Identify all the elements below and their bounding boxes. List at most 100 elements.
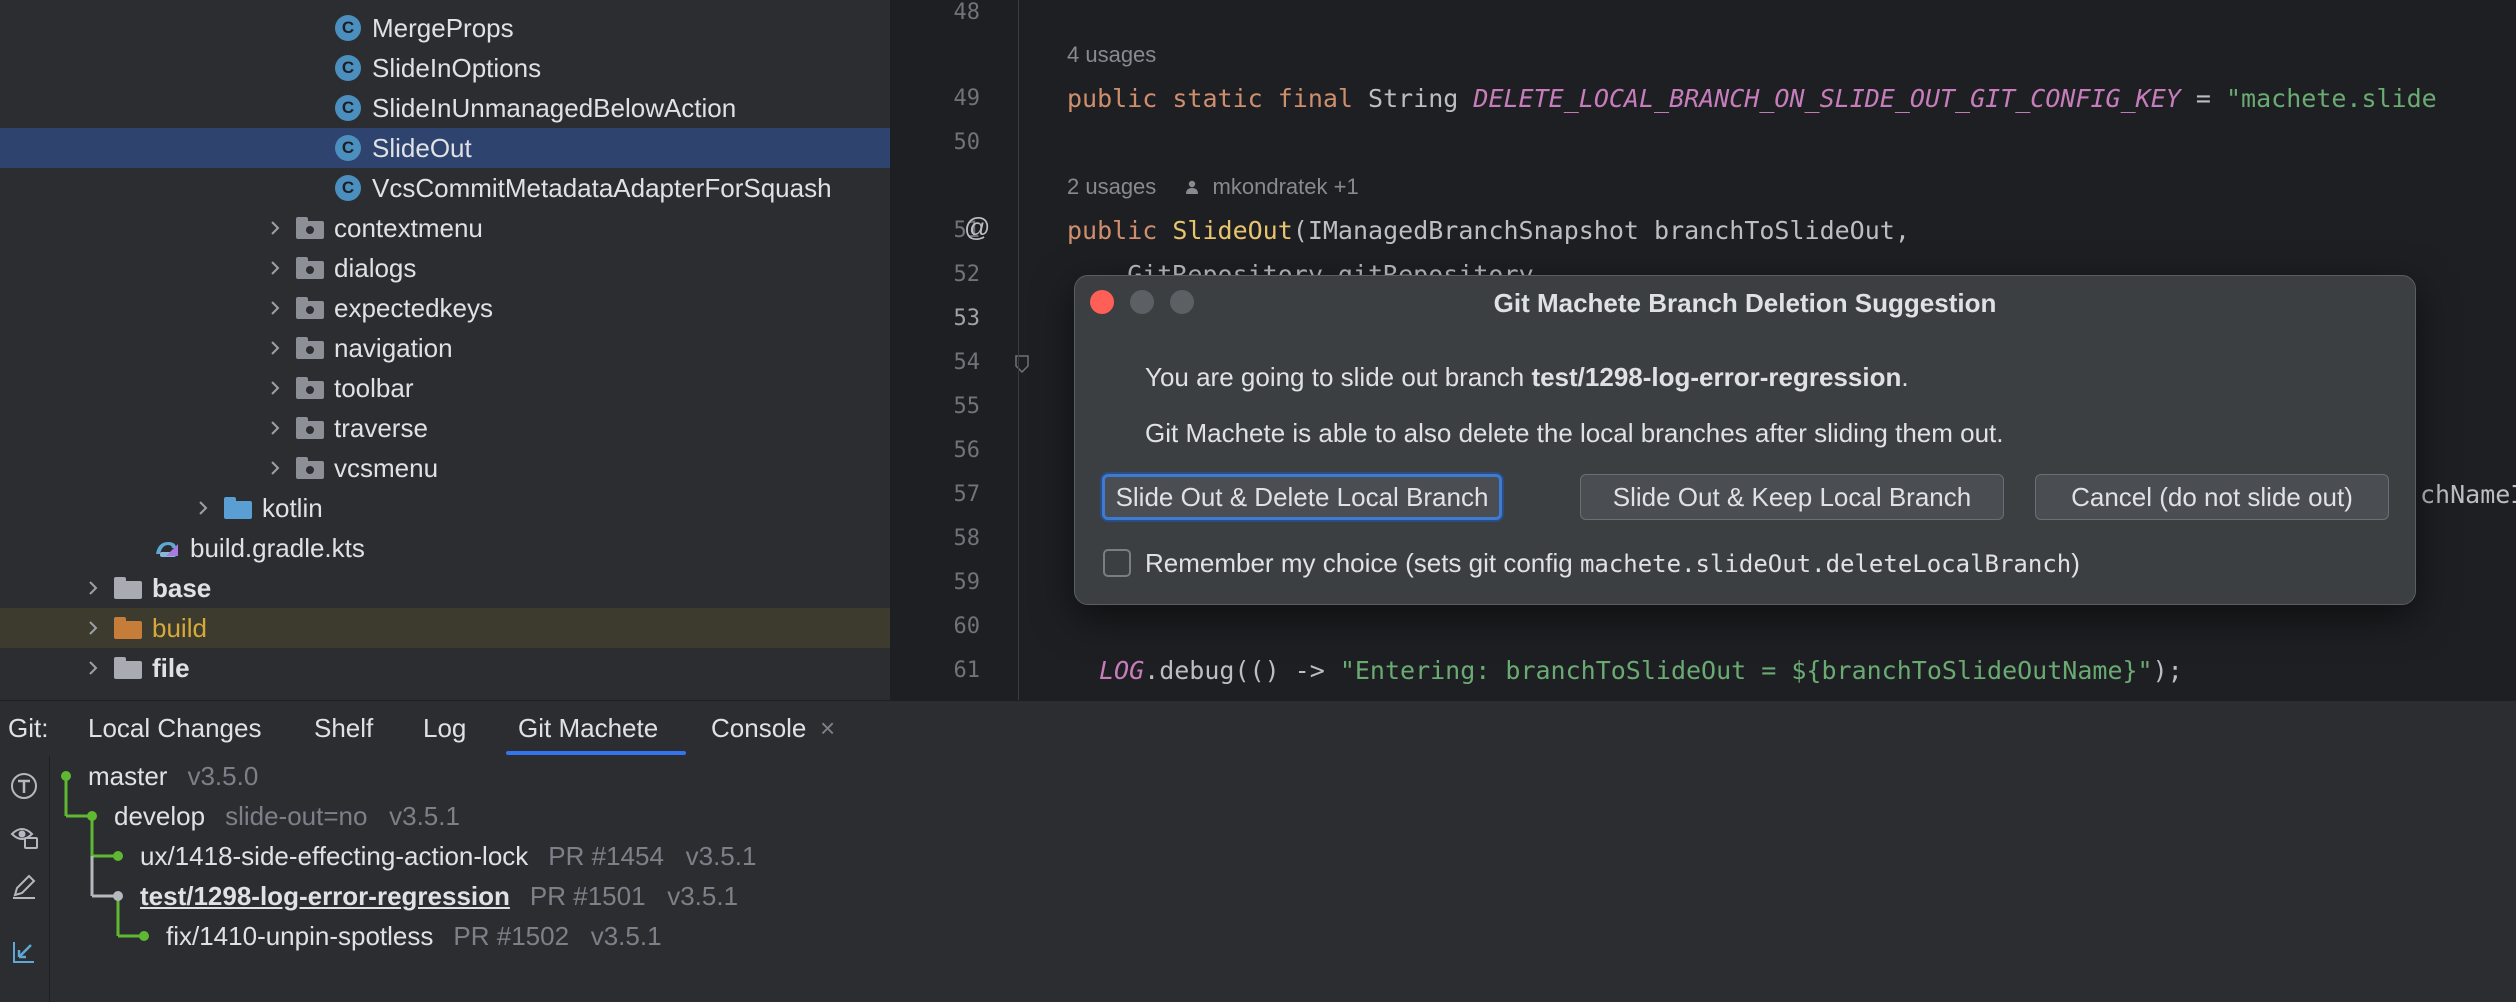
code-token-call: .debug(() -> bbox=[1144, 656, 1340, 685]
tree-item-label: traverse bbox=[334, 412, 428, 443]
tree-item-slideout[interactable]: C SlideOut bbox=[0, 128, 890, 168]
class-icon: C bbox=[334, 174, 362, 202]
gutter-divider bbox=[1018, 0, 1019, 700]
source-folder-icon bbox=[224, 494, 252, 522]
tree-item-label: dialogs bbox=[334, 252, 417, 283]
code-token-punct: ); bbox=[2152, 656, 2183, 685]
dialog-message-suffix: . bbox=[1901, 362, 1909, 392]
dialog-title: Git Machete Branch Deletion Suggestion bbox=[1493, 288, 1997, 318]
chevron-right-icon[interactable] bbox=[262, 455, 288, 481]
folder-icon bbox=[296, 294, 324, 322]
tree-item-label: SlideInUnmanagedBelowAction bbox=[372, 92, 737, 123]
tab-local-changes[interactable]: Local Changes bbox=[88, 713, 261, 744]
tree-folder-navigation[interactable]: navigation bbox=[0, 328, 890, 368]
remember-choice-checkbox[interactable] bbox=[1103, 549, 1131, 577]
chevron-right-icon[interactable] bbox=[80, 575, 106, 601]
tree-folder-contextmenu[interactable]: contextmenu bbox=[0, 208, 890, 248]
chevron-right-icon[interactable] bbox=[262, 415, 288, 441]
tree-item-slideinoptions[interactable]: C SlideInOptions bbox=[0, 48, 890, 88]
tree-item-vcscommitmetadataadapterforsquash[interactable]: C VcsCommitMetadataAdapterForSquash bbox=[0, 168, 890, 208]
code-token-field: LOG bbox=[1099, 656, 1145, 685]
tree-item-label: SlideInOptions bbox=[372, 52, 542, 83]
chevron-right-icon[interactable] bbox=[262, 255, 288, 281]
branch-name: develop bbox=[114, 801, 206, 831]
chevron-right-icon[interactable] bbox=[262, 295, 288, 321]
code-token-keyword: public bbox=[1067, 216, 1173, 245]
tab-console[interactable]: Console bbox=[711, 713, 806, 744]
branch-row[interactable]: ux/1418-side-effecting-action-lock PR #14… bbox=[140, 841, 756, 872]
remember-suffix: ) bbox=[2071, 548, 2080, 578]
active-tab-indicator bbox=[506, 751, 686, 755]
slide-out-delete-button[interactable]: Slide Out & Delete Local Branch bbox=[1102, 474, 1502, 520]
tree-folder-kotlin[interactable]: kotlin bbox=[0, 488, 890, 528]
folder-icon bbox=[296, 454, 324, 482]
dialog-message-branch: test/1298-log-error-regression bbox=[1531, 362, 1902, 392]
line-number: 54 bbox=[953, 350, 981, 375]
gradle-file-icon bbox=[152, 534, 180, 562]
tab-shelf[interactable]: Shelf bbox=[314, 713, 373, 744]
git-tool-window: Git: Local Changes Shelf Log Git Machete… bbox=[0, 700, 2516, 1002]
tree-module-base[interactable]: base bbox=[0, 568, 890, 608]
tree-folder-toolbar[interactable]: toolbar bbox=[0, 368, 890, 408]
tab-git-machete[interactable]: Git Machete bbox=[518, 713, 658, 744]
folder-icon bbox=[296, 414, 324, 442]
dialog-titlebar[interactable]: Git Machete Branch Deletion Suggestion bbox=[1075, 276, 2415, 328]
branch-info: slide-out=no v3.5.1 bbox=[225, 801, 460, 831]
annotation-marker-icon[interactable]: @ bbox=[964, 212, 990, 243]
cancel-button[interactable]: Cancel (do not slide out) bbox=[2035, 474, 2389, 520]
dialog-message-2: Git Machete is able to also delete the l… bbox=[1145, 418, 2004, 448]
branch-row[interactable]: develop slide-out=no v3.5.1 bbox=[114, 801, 460, 832]
tree-item-label: build bbox=[152, 612, 207, 643]
chevron-right-icon[interactable] bbox=[80, 655, 106, 681]
folder-icon bbox=[296, 334, 324, 362]
branch-row[interactable]: master v3.5.0 bbox=[88, 761, 258, 792]
project-tree-panel: C MergeProps C SlideInOptions C SlideInU… bbox=[0, 0, 890, 700]
fold-marker-icon[interactable] bbox=[1014, 354, 1030, 374]
tree-item-label: kotlin bbox=[262, 492, 323, 523]
tree-folder-build[interactable]: build bbox=[0, 608, 890, 648]
line-number: 57 bbox=[953, 482, 981, 507]
line-number: 52 bbox=[953, 262, 981, 287]
slide-in-icon[interactable] bbox=[8, 936, 40, 968]
code-line-51: public SlideOut(IManagedBranchSnapshot b… bbox=[1067, 216, 1910, 245]
code-token-keyword: public static final bbox=[1067, 84, 1353, 113]
tree-item-label: base bbox=[152, 572, 212, 603]
slide-out-keep-button[interactable]: Slide Out & Keep Local Branch bbox=[1580, 474, 2004, 520]
branch-info: PR #1501 v3.5.1 bbox=[529, 881, 739, 911]
chevron-right-icon[interactable] bbox=[262, 375, 288, 401]
tree-item-label: MergeProps bbox=[372, 12, 514, 43]
code-line-61: LOG.debug(() -> "Entering: branchToSlide… bbox=[1099, 656, 2183, 685]
line-number: 48 bbox=[953, 0, 981, 25]
edit-pencil-icon[interactable] bbox=[8, 870, 40, 902]
branch-info: v3.5.0 bbox=[187, 761, 259, 791]
branch-row[interactable]: fix/1410-unpin-spotless PR #1502 v3.5.1 bbox=[166, 921, 662, 952]
tree-folder-vcsmenu[interactable]: vcsmenu bbox=[0, 448, 890, 488]
usages-hint[interactable]: 2 usages mkondratek +1 bbox=[1067, 174, 1359, 200]
tree-folder-traverse[interactable]: traverse bbox=[0, 408, 890, 448]
usages-hint[interactable]: 4 usages bbox=[1067, 42, 1156, 68]
close-tab-icon[interactable]: × bbox=[820, 713, 835, 744]
tree-item-label: contextmenu bbox=[334, 212, 483, 243]
chevron-right-icon[interactable] bbox=[190, 495, 216, 521]
tree-item-mergeprops[interactable]: C MergeProps bbox=[0, 8, 890, 48]
tree-folder-dialogs[interactable]: dialogs bbox=[0, 248, 890, 288]
show-commits-icon[interactable] bbox=[8, 820, 40, 852]
code-token-string: "machete.slide bbox=[2225, 84, 2437, 113]
chevron-right-icon[interactable] bbox=[80, 615, 106, 641]
branch-tree-lines bbox=[61, 771, 149, 941]
tree-file-build-gradle-kts[interactable]: build.gradle.kts bbox=[0, 528, 890, 568]
folder-icon bbox=[296, 254, 324, 282]
tree-folder-expectedkeys[interactable]: expectedkeys bbox=[0, 288, 890, 328]
tab-log[interactable]: Log bbox=[423, 713, 466, 744]
chevron-right-icon[interactable] bbox=[262, 215, 288, 241]
git-machete-side-toolbar bbox=[0, 756, 50, 1002]
git-label: Git: bbox=[8, 713, 49, 743]
toggle-listing-icon[interactable] bbox=[8, 770, 40, 802]
branch-row-current[interactable]: test/1298-log-error-regression PR #1501 v… bbox=[140, 881, 738, 912]
tree-module-file[interactable]: file bbox=[0, 648, 890, 688]
tree-item-slideinunmanagedbelowaction[interactable]: C SlideInUnmanagedBelowAction bbox=[0, 88, 890, 128]
chevron-right-icon[interactable] bbox=[262, 335, 288, 361]
folder-icon bbox=[296, 374, 324, 402]
dialog-message: You are going to slide out branch test/1… bbox=[1145, 362, 1909, 393]
remember-choice-label[interactable]: Remember my choice (sets git config mach… bbox=[1145, 548, 2080, 579]
